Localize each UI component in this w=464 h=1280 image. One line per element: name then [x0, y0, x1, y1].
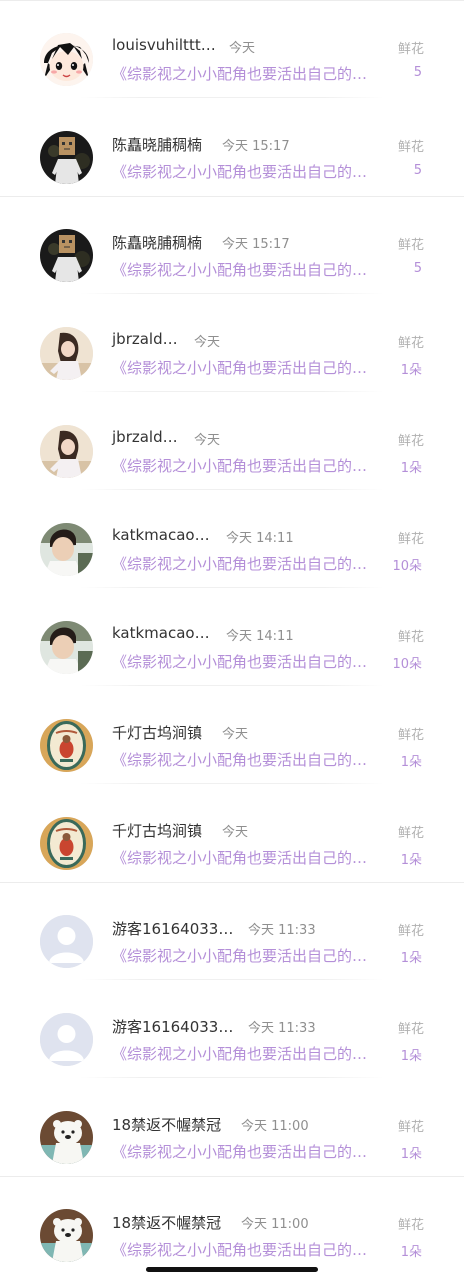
- gift-type-label: 鲜花: [397, 434, 424, 449]
- gift-type-label: 鲜花: [397, 42, 424, 57]
- user-name[interactable]: katkmacao…: [112, 526, 210, 544]
- avatar[interactable]: [40, 131, 93, 184]
- user-name[interactable]: 游客16164033…: [112, 1016, 233, 1037]
- timestamp: 今天 11:33: [248, 1021, 316, 1036]
- book-title[interactable]: 《综影视之小小配角也要活出自己的…: [112, 259, 367, 280]
- gift-type-label: 鲜花: [397, 1218, 424, 1233]
- timestamp: 今天: [222, 825, 249, 840]
- gift-count: 1朵: [400, 1147, 422, 1162]
- gift-type-label: 鲜花: [397, 728, 424, 743]
- avatar[interactable]: [40, 621, 93, 674]
- gift-count: 1朵: [400, 951, 422, 966]
- gift-count: 1朵: [400, 1049, 422, 1064]
- user-name[interactable]: 千灯古坞涧镇: [112, 722, 202, 743]
- timestamp: 今天 11:00: [241, 1217, 309, 1232]
- gift-type-label: 鲜花: [397, 532, 424, 547]
- book-title[interactable]: 《综影视之小小配角也要活出自己的…: [112, 357, 367, 378]
- gift-type-label: 鲜花: [397, 826, 424, 841]
- list-item[interactable]: katkmacao… 今天 14:11 《综影视之小小配角也要活出自己的… 鲜花…: [0, 490, 464, 588]
- gift-type-label: 鲜花: [397, 1022, 424, 1037]
- avatar[interactable]: [40, 229, 93, 282]
- book-title[interactable]: 《综影视之小小配角也要活出自己的…: [112, 945, 367, 966]
- gift-count: 10朵: [392, 657, 422, 672]
- user-name[interactable]: 千灯古坞涧镇: [112, 820, 202, 841]
- gift-type-label: 鲜花: [397, 140, 424, 155]
- gift-count: 1朵: [400, 853, 422, 868]
- avatar[interactable]: [40, 1013, 93, 1066]
- book-title[interactable]: 《综影视之小小配角也要活出自己的…: [112, 161, 367, 182]
- avatar[interactable]: [40, 817, 93, 870]
- book-title[interactable]: 《综影视之小小配角也要活出自己的…: [112, 847, 367, 868]
- timestamp: 今天: [194, 433, 221, 448]
- timestamp: 今天 14:11: [226, 629, 294, 644]
- list-item[interactable]: 游客16164033… 今天 11:33 《综影视之小小配角也要活出自己的… 鲜…: [0, 980, 464, 1078]
- timestamp: 今天: [194, 335, 221, 350]
- book-title[interactable]: 《综影视之小小配角也要活出自己的…: [112, 749, 367, 770]
- book-title[interactable]: 《综影视之小小配角也要活出自己的…: [112, 1043, 367, 1064]
- gift-type-label: 鲜花: [397, 336, 424, 351]
- avatar[interactable]: [40, 1111, 93, 1164]
- avatar[interactable]: [40, 1209, 93, 1262]
- gift-count: 1朵: [400, 461, 422, 476]
- book-title[interactable]: 《综影视之小小配角也要活出自己的…: [112, 63, 367, 84]
- gift-count: 1朵: [400, 755, 422, 770]
- gift-count: 5: [413, 65, 422, 80]
- gift-type-label: 鲜花: [397, 924, 424, 939]
- avatar[interactable]: [40, 33, 93, 86]
- gift-type-label: 鲜花: [397, 238, 424, 253]
- user-name[interactable]: 陈矗晓脯稠楠: [112, 232, 202, 253]
- gift-count: 1朵: [400, 1245, 422, 1260]
- book-title[interactable]: 《综影视之小小配角也要活出自己的…: [112, 651, 367, 672]
- avatar[interactable]: [40, 327, 93, 380]
- list-item[interactable]: 千灯古坞涧镇 今天 《综影视之小小配角也要活出自己的… 鲜花 1朵: [0, 686, 464, 784]
- gift-count: 5: [413, 163, 422, 178]
- user-name[interactable]: 18禁返不幄禁冠: [112, 1212, 221, 1233]
- timestamp: 今天: [222, 727, 249, 742]
- gift-count: 5: [413, 261, 422, 276]
- user-name[interactable]: jbrzald…: [112, 330, 178, 348]
- avatar[interactable]: [40, 719, 93, 772]
- home-indicator[interactable]: [146, 1267, 318, 1272]
- book-title[interactable]: 《综影视之小小配角也要活出自己的…: [112, 455, 367, 476]
- avatar[interactable]: [40, 523, 93, 576]
- gift-count: 1朵: [400, 363, 422, 378]
- user-name[interactable]: louisvuhilttt…: [112, 36, 216, 54]
- list-item[interactable]: 陈矗晓脯稠楠 今天 15:17 《综影视之小小配角也要活出自己的… 鲜花 5: [0, 196, 464, 294]
- list-item[interactable]: jbrzald… 今天 《综影视之小小配角也要活出自己的… 鲜花 1朵: [0, 392, 464, 490]
- list-item[interactable]: 游客16164033… 今天 11:33 《综影视之小小配角也要活出自己的… 鲜…: [0, 882, 464, 980]
- gift-type-label: 鲜花: [397, 1120, 424, 1135]
- timestamp: 今天 15:17: [222, 237, 290, 252]
- list-item[interactable]: 千灯古坞涧镇 今天 《综影视之小小配角也要活出自己的… 鲜花 1朵: [0, 784, 464, 882]
- timestamp: 今天 15:17: [222, 139, 290, 154]
- timestamp: 今天 14:11: [226, 531, 294, 546]
- avatar[interactable]: [40, 915, 93, 968]
- timestamp: 今天 11:33: [248, 923, 316, 938]
- book-title[interactable]: 《综影视之小小配角也要活出自己的…: [112, 553, 367, 574]
- list-item[interactable]: katkmacao… 今天 14:11 《综影视之小小配角也要活出自己的… 鲜花…: [0, 588, 464, 686]
- timestamp: 今天 11:00: [241, 1119, 309, 1134]
- list-item[interactable]: jbrzald… 今天 《综影视之小小配角也要活出自己的… 鲜花 1朵: [0, 294, 464, 392]
- gift-count: 10朵: [392, 559, 422, 574]
- user-name[interactable]: 陈矗晓脯稠楠: [112, 134, 202, 155]
- user-name[interactable]: 18禁返不幄禁冠: [112, 1114, 221, 1135]
- timestamp: 今天: [229, 41, 256, 56]
- list-item[interactable]: 陈矗晓脯稠楠 今天 15:17 《综影视之小小配角也要活出自己的… 鲜花 5: [0, 98, 464, 196]
- list-item[interactable]: 18禁返不幄禁冠 今天 11:00 《综影视之小小配角也要活出自己的… 鲜花 1…: [0, 1078, 464, 1176]
- book-title[interactable]: 《综影视之小小配角也要活出自己的…: [112, 1141, 367, 1162]
- list-item[interactable]: 18禁返不幄禁冠 今天 11:00 《综影视之小小配角也要活出自己的… 鲜花 1…: [0, 1176, 464, 1274]
- list-item[interactable]: louisvuhilttt… 今天 《综影视之小小配角也要活出自己的… 鲜花 5: [0, 0, 464, 98]
- book-title[interactable]: 《综影视之小小配角也要活出自己的…: [112, 1239, 367, 1260]
- gift-type-label: 鲜花: [397, 630, 424, 645]
- user-name[interactable]: katkmacao…: [112, 624, 210, 642]
- avatar[interactable]: [40, 425, 93, 478]
- user-name[interactable]: jbrzald…: [112, 428, 178, 446]
- user-name[interactable]: 游客16164033…: [112, 918, 233, 939]
